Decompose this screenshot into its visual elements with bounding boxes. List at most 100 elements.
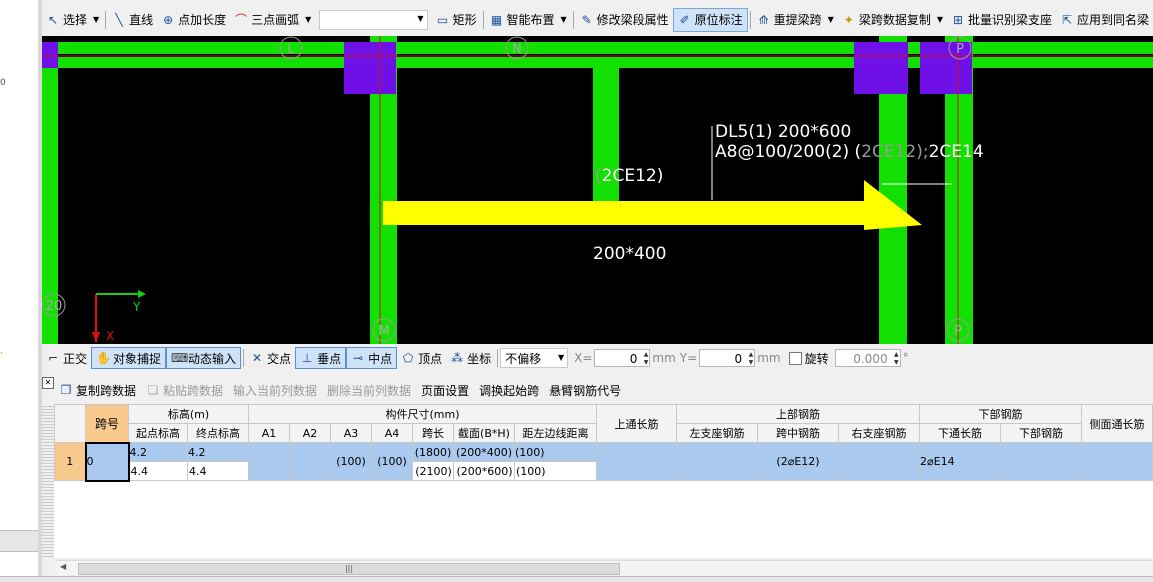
cell-right-support[interactable] [838, 442, 920, 481]
input-column-action[interactable]: 输入当前列数据 [228, 382, 322, 399]
header-side-through: 侧面通长筋 [1081, 404, 1153, 443]
paste-span-data-action[interactable]: ❏ 粘贴跨数据 [141, 382, 228, 399]
x-coordinate-input[interactable]: 0 ▲ ▼ [594, 349, 651, 367]
dynamic-input-toggle[interactable]: ⌨ 动态输入 [166, 347, 242, 369]
arc-option-combo[interactable]: ▼ [319, 9, 428, 30]
mid-rebar-paren: ( [595, 166, 602, 186]
cell-offset[interactable]: (100) [514, 442, 597, 462]
cantilever-code-action[interactable]: 悬臂钢筋代号 [544, 382, 626, 399]
batch-identify-label: 批量识别梁支座 [967, 13, 1052, 27]
cell-bottom-through[interactable]: 2⌀E14 [919, 442, 1001, 481]
midpoint-snap[interactable]: ⊸ 中点 [346, 347, 398, 369]
header-bottom-rebar: 下部钢筋 [919, 404, 1082, 424]
point-length-button[interactable]: ⊕ 点加长度 [157, 9, 230, 31]
cell-top-through[interactable] [596, 442, 677, 481]
axis-label-p-bottom: P [954, 324, 962, 339]
mid-rebar-annotation[interactable]: (2CE12) [595, 166, 663, 186]
point-length-icon: ⊕ [163, 12, 174, 27]
vertex-snap[interactable]: ⬠ 顶点 [397, 348, 446, 368]
chevron-down-icon[interactable]: ▼ [828, 15, 834, 24]
coordinate-snap[interactable]: ⁂ 坐标 [446, 348, 495, 368]
edit-property-icon: ✎ [581, 12, 592, 27]
rectangle-label: 矩形 [452, 13, 477, 27]
ortho-toggle[interactable]: ⌐ 正交 [42, 348, 91, 368]
reextract-icon: ⟰ [758, 12, 769, 27]
cell-end-elev[interactable]: 4.2 [187, 442, 249, 462]
reextract-span-button[interactable]: ⟰ 重提梁跨 ▼ [753, 9, 838, 31]
page-setup-action[interactable]: 页面设置 [416, 382, 474, 399]
chevron-down-icon[interactable]: ▼ [937, 15, 943, 24]
batch-identify-button[interactable]: ⊞ 批量识别梁支座 [947, 9, 1056, 31]
cell-start-elev[interactable]: 4.4 [128, 461, 188, 481]
spinner-icon[interactable]: ▲ ▼ [644, 351, 649, 367]
span-data-grid[interactable]: 跨号 标高(m) 构件尺寸(mm) 上通长筋 上部钢筋 下部钢筋 侧面通长筋 起… [54, 404, 1153, 558]
row-number[interactable]: 1 [54, 442, 86, 481]
cell-side-through[interactable] [1081, 442, 1153, 481]
cell-a4[interactable]: (100) [371, 442, 413, 481]
cell-span-no[interactable]: 0 [84, 441, 130, 482]
copy-span-data-button[interactable]: ✦ 梁跨数据复制 ▼ [838, 9, 947, 31]
object-snap-toggle[interactable]: ✋ 对象捕捉 [91, 347, 167, 369]
cell-bottom[interactable] [1000, 442, 1082, 481]
batch-identify-icon: ⊞ [952, 12, 964, 27]
axis-label-n: N [512, 42, 522, 57]
rectangle-tool-button[interactable]: ▭ 矩形 [432, 9, 481, 31]
coordinate-icon: ⁂ [451, 351, 464, 365]
degree-symbol: ° [902, 351, 909, 365]
offset-mode-select[interactable]: 不偏移 ▼ [500, 348, 569, 368]
header-offset: 距左边线距离 [514, 423, 597, 443]
inplace-mark-button[interactable]: ✐ 原位标注 [672, 7, 748, 32]
cell-end-elev[interactable]: 4.4 [187, 461, 249, 481]
line-tool-button[interactable]: ╲ 直线 [108, 9, 157, 31]
cell-section[interactable]: (200*600) [453, 461, 515, 481]
cell-a2[interactable] [289, 442, 331, 481]
chevron-down-icon[interactable]: ▼ [558, 353, 564, 362]
cell-start-elev[interactable]: 4.2 [128, 442, 188, 462]
intersection-snap[interactable]: ✕ 交点 [246, 348, 295, 368]
paste-icon: ❏ [147, 383, 159, 397]
spinner-icon[interactable]: ▲ ▼ [894, 351, 899, 367]
chevron-down-icon[interactable]: ▼ [417, 14, 423, 23]
cell-left-support[interactable] [676, 442, 758, 481]
stirrup-text: A8@100/200(2) ( [715, 142, 861, 162]
chevron-down-icon[interactable]: ▼ [305, 15, 311, 24]
beam-name-annotation[interactable]: DL5(1) 200*600 [715, 122, 851, 142]
y-value: 0 [734, 352, 743, 366]
magnet-icon: ✋ [96, 351, 111, 365]
chevron-down-icon[interactable]: ▼ [561, 15, 567, 24]
spinner-icon[interactable]: ▲ ▼ [749, 351, 754, 367]
stirrup-annotation[interactable]: A8@100/200(2) (2CE12);2CE14 [715, 142, 984, 162]
modify-span-property-button[interactable]: ✎ 修改梁段属性 [576, 9, 673, 31]
line-label: 直线 [129, 13, 154, 27]
scrollbar-thumb[interactable]: ||| [78, 563, 620, 575]
rotate-angle-input[interactable]: 0.000 ▲ ▼ [834, 349, 901, 367]
ortho-icon: ⌐ [47, 351, 59, 365]
object-snap-label: 对象捕捉 [113, 351, 162, 366]
y-coordinate-input[interactable]: 0 ▲ ▼ [699, 349, 756, 367]
perpendicular-snap[interactable]: ⊥ 垂点 [295, 347, 347, 369]
cell-span-len[interactable]: (2100) [412, 461, 454, 481]
cell-mid-span[interactable]: (2⌀E12) [757, 442, 839, 481]
cell-a3[interactable]: (100) [330, 442, 372, 481]
chevron-down-icon[interactable]: ▼ [93, 15, 99, 24]
swap-start-span-action[interactable]: 调换起始跨 [474, 382, 544, 399]
drawing-canvas[interactable]: L N P 20 M P DL5(1) 200*600 A8@100/200(2… [42, 36, 1153, 344]
cell-offset[interactable]: (100) [514, 461, 597, 481]
cell-a1[interactable] [248, 442, 290, 481]
toolbar-separator [497, 349, 499, 367]
select-tool-button[interactable]: ↖ 选择 ▼ [42, 9, 103, 31]
cell-section[interactable]: (200*400) [453, 442, 515, 462]
selected-beam[interactable] [383, 201, 883, 225]
horizontal-scrollbar[interactable]: ◀ ||| [56, 560, 1153, 575]
left-panel-mark: , [0, 346, 3, 356]
apply-same-name-button[interactable]: ⇱ 应用到同名梁 [1056, 9, 1153, 31]
three-point-arc-button[interactable]: ⌒ 三点画弧 ▼ [230, 9, 315, 31]
cell-span-len[interactable]: (1800) [412, 442, 454, 462]
smart-layout-button[interactable]: ▦ 智能布置 ▼ [486, 9, 571, 31]
ucs-x-label: X [106, 329, 114, 343]
scroll-left-icon[interactable]: ◀ [60, 562, 66, 571]
delete-column-action[interactable]: 删除当前列数据 [322, 382, 416, 399]
rotate-checkbox[interactable] [788, 351, 802, 365]
section-annotation[interactable]: 200*400 [593, 244, 666, 264]
copy-span-data-action[interactable]: ❐ 复制跨数据 [54, 382, 141, 399]
